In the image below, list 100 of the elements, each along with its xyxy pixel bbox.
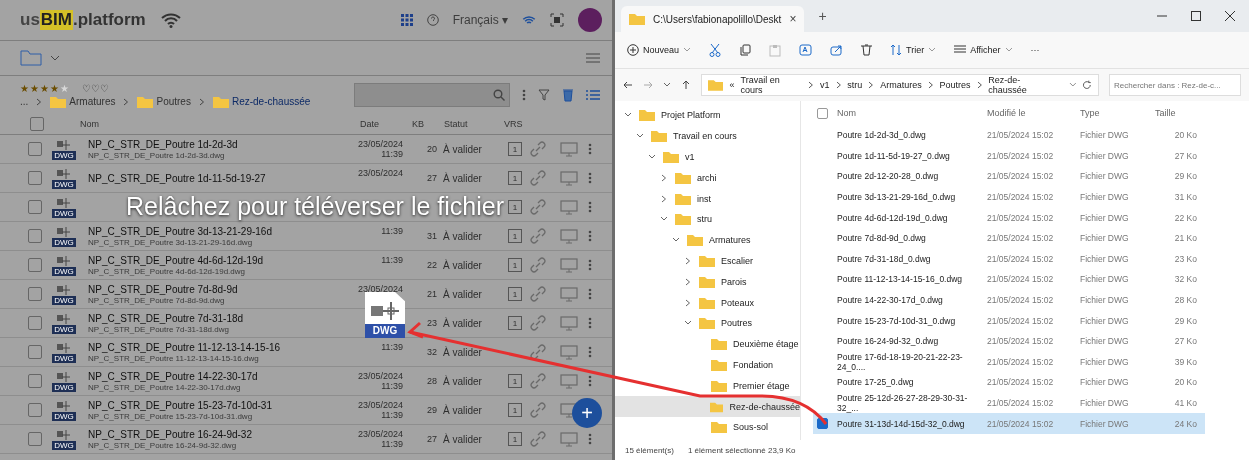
- rename-icon[interactable]: [799, 44, 813, 56]
- close-icon[interactable]: [1225, 11, 1235, 21]
- folder-outline-icon[interactable]: [20, 50, 42, 66]
- file-row[interactable]: Poutre 16-24-9d-32_0.dwg 21/05/2024 15:02 Fichier DWG 27 Ko: [813, 330, 1205, 352]
- tree-item[interactable]: Poutres: [615, 312, 800, 334]
- tree-item[interactable]: Escalier: [615, 250, 800, 272]
- file-row[interactable]: Poutre 31-13d-14d-15d-32_0.dwg 21/05/2024 15:02 Fichier DWG 24 Ko: [813, 413, 1205, 434]
- link-icon[interactable]: [530, 141, 546, 157]
- file-name[interactable]: NP_C_STR_DE_Poutre 7d-31-18d: [88, 312, 353, 324]
- file-name[interactable]: NP_C_STR_DE_Poutre 11-12-13-14-15-16: [88, 341, 353, 353]
- menu-icon[interactable]: [586, 53, 600, 63]
- view-button[interactable]: Afficher: [954, 45, 1013, 55]
- plus-circle-icon[interactable]: [627, 44, 639, 56]
- chevron-down-icon[interactable]: [647, 153, 657, 161]
- more-vertical-icon[interactable]: [588, 433, 592, 445]
- tree-item[interactable]: inst: [615, 188, 800, 209]
- link-icon[interactable]: [530, 402, 546, 418]
- version-badge[interactable]: 1: [508, 287, 522, 301]
- new-button[interactable]: Nouveau: [627, 44, 692, 56]
- user-avatar[interactable]: [578, 8, 602, 32]
- file-row[interactable]: Poutre 1d-2d-3d_0.dwg 21/05/2024 15:02 Fichier DWG 20 Ko: [813, 125, 1205, 146]
- file-row[interactable]: Poutre 7d-8d-9d_0.dwg 21/05/2024 15:02 Fichier DWG 21 Ko: [813, 227, 1205, 249]
- tree-item[interactable]: Deuxième étage: [615, 333, 800, 355]
- sort-icon[interactable]: [890, 44, 903, 56]
- file-row[interactable]: Poutre 4d-6d-12d-19d_0.dwg 21/05/2024 15:02 Fichier DWG 22 Ko: [813, 207, 1205, 228]
- breadcrumb-item[interactable]: Poutres: [137, 95, 191, 108]
- add-button[interactable]: +: [572, 398, 602, 428]
- refresh-icon[interactable]: [1082, 80, 1093, 90]
- link-icon[interactable]: [530, 228, 546, 244]
- chevron-right-icon[interactable]: [868, 81, 875, 89]
- path-segment[interactable]: Poutres: [939, 80, 971, 90]
- apps-grid-icon[interactable]: [400, 14, 413, 26]
- column-header[interactable]: VRS: [504, 119, 544, 129]
- version-badge[interactable]: 1: [508, 200, 522, 214]
- chevron-right-icon[interactable]: [198, 97, 205, 106]
- more-vertical-icon[interactable]: [588, 346, 592, 358]
- chevron-down-icon[interactable]: [683, 47, 692, 53]
- row-checkbox[interactable]: [28, 374, 42, 388]
- more-vertical-icon[interactable]: [588, 259, 592, 271]
- file-row[interactable]: Poutre 25-12d-26-27-28-29-30-31-32_... 21/05/2024 15:02 Fichier DWG 41 Ko: [813, 392, 1205, 414]
- breadcrumb-more[interactable]: ...: [20, 96, 29, 107]
- chevron-down-icon[interactable]: [1004, 47, 1013, 53]
- file-row[interactable]: Poutre 11-12-13-14-15-16_0.dwg 21/05/2024 15:02 Fichier DWG 32 Ko: [813, 269, 1205, 290]
- monitor-icon[interactable]: [560, 344, 578, 360]
- version-badge[interactable]: 1: [508, 171, 522, 185]
- chevron-down-icon[interactable]: [928, 47, 937, 53]
- more-vertical-icon[interactable]: [588, 375, 592, 387]
- row-checkbox[interactable]: [28, 171, 42, 185]
- version-badge[interactable]: 1: [508, 258, 522, 272]
- column-header[interactable]: Date: [360, 119, 412, 129]
- row-checkbox[interactable]: [28, 258, 42, 272]
- file-row[interactable]: Poutre 17-25_0.dwg 21/05/2024 15:02 Fichier DWG 20 Ko: [813, 372, 1205, 393]
- file-row[interactable]: Poutre 2d-12-20-28_0.dwg 21/05/2024 15:02 Fichier DWG 29 Ko: [813, 166, 1205, 187]
- link-icon[interactable]: [530, 431, 546, 447]
- version-badge[interactable]: 1: [508, 374, 522, 388]
- list-view-icon[interactable]: [586, 89, 600, 101]
- row-checkbox[interactable]: [28, 432, 42, 446]
- column-header[interactable]: Taille: [1155, 108, 1205, 118]
- file-row[interactable]: Poutre 14-22-30-17d_0.dwg 21/05/2024 15:02 Fichier DWG 28 Ko: [813, 289, 1205, 311]
- file-name[interactable]: NP_C_STR_DE_Poutre 3d-13-21-29-16d: [88, 225, 353, 237]
- up-arrow-icon[interactable]: [681, 80, 691, 90]
- file-row[interactable]: Poutre 15-23-7d-10d-31_0.dwg 21/05/2024 15:02 Fichier DWG 29 Ko: [813, 310, 1205, 331]
- file-name[interactable]: NP_C_STR_DE_Poutre 16-24-9d-32: [88, 428, 353, 440]
- path-segment[interactable]: «: [729, 80, 735, 90]
- chevron-right-icon[interactable]: [683, 298, 693, 307]
- file-row[interactable]: Poutre 3d-13-21-29-16d_0.dwg 21/05/2024 15:02 Fichier DWG 31 Ko: [813, 186, 1205, 208]
- monitor-icon[interactable]: [560, 431, 578, 447]
- copy-icon[interactable]: [739, 44, 752, 56]
- column-header[interactable]: KB: [412, 119, 444, 129]
- breadcrumb-item[interactable]: Rez-de-chaussée: [212, 95, 311, 108]
- tree-item[interactable]: Premier étage: [615, 375, 800, 397]
- row-checkbox[interactable]: [28, 287, 42, 301]
- chevron-right-icon[interactable]: [683, 277, 693, 286]
- file-row[interactable]: Poutre 17-6d-18-19-20-21-22-23-24_0.... 21/05/2024 15:02 Fichier DWG 39 Ko: [813, 351, 1205, 373]
- link-icon[interactable]: [530, 344, 546, 360]
- maximize-icon[interactable]: [1191, 11, 1201, 21]
- path-segment[interactable]: Armatures: [880, 80, 922, 90]
- chevron-down-icon[interactable]: [663, 82, 671, 88]
- chevron-right-icon[interactable]: [808, 81, 814, 89]
- file-name[interactable]: NP_C_STR_DE_Poutre 1d-11-5d-19-27: [88, 172, 353, 184]
- file-name[interactable]: NP_C_STR_DE_Poutre 7d-8d-9d: [88, 283, 353, 295]
- path-segment[interactable]: Travail en cours: [740, 75, 803, 95]
- row-checkbox[interactable]: [28, 229, 42, 243]
- select-all-checkbox[interactable]: [30, 117, 44, 131]
- select-all-checkbox[interactable]: [817, 107, 828, 119]
- tree-item[interactable]: Projet Platform: [615, 105, 800, 126]
- chevron-right-icon[interactable]: [36, 97, 43, 106]
- row-checkbox[interactable]: [28, 142, 42, 156]
- tree-item[interactable]: Parois: [615, 271, 800, 293]
- chevron-right-icon[interactable]: [927, 81, 934, 89]
- row-checkbox[interactable]: [28, 403, 42, 417]
- version-badge[interactable]: 1: [508, 403, 522, 417]
- link-icon[interactable]: [530, 170, 546, 186]
- tree-item[interactable]: v1: [615, 146, 800, 168]
- cut-icon[interactable]: [709, 43, 722, 57]
- chevron-right-icon[interactable]: [123, 97, 130, 106]
- file-name[interactable]: NP_C_STR_DE_Poutre 14-22-30-17d: [88, 370, 353, 382]
- column-header[interactable]: Modifié le: [987, 108, 1080, 118]
- file-name[interactable]: NP_C_STR_DE_Poutre 1d-2d-3d: [88, 138, 353, 150]
- path-segment[interactable]: v1: [820, 80, 830, 90]
